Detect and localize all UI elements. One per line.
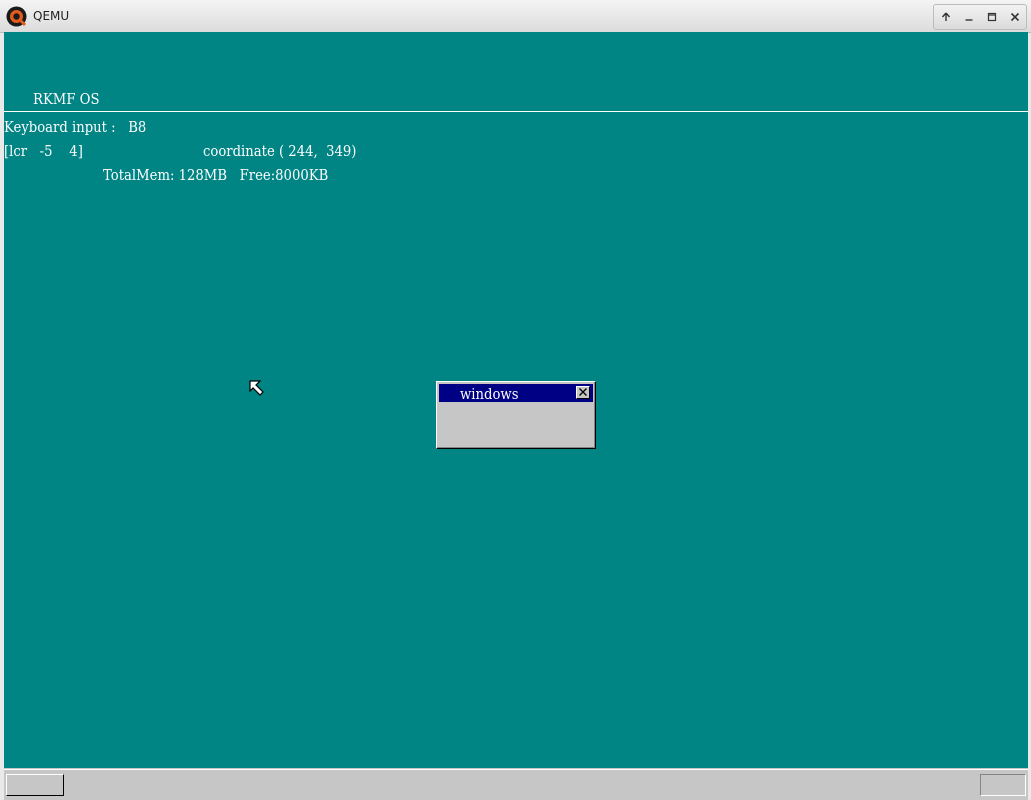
os-title: RKMF OS (33, 90, 100, 108)
qemu-window: QEMU RKMF OS Keyboard input: B8 [lcr -5… (0, 0, 1031, 800)
title-bar[interactable]: QEMU (0, 0, 1031, 33)
os-header (4, 32, 1028, 112)
os-window-title: windows (460, 385, 519, 403)
mouse-cursor-icon (249, 380, 264, 396)
keyboard-input-status: Keyboard input : B8 (4, 118, 147, 136)
os-window-title-bar[interactable]: windows (439, 384, 593, 402)
os-window-close-button[interactable] (576, 386, 590, 399)
memory-status: TotalMem: 128MB Free:8000KB (103, 166, 329, 184)
maximize-button[interactable] (980, 5, 1003, 29)
window-title: QEMU (33, 9, 70, 23)
mouse-coordinate-status: coordinate ( 244, 349) (203, 142, 357, 160)
minimize-button[interactable] (957, 5, 980, 29)
system-tray (980, 774, 1026, 796)
qemu-logo-icon (6, 6, 27, 27)
up-arrow-icon (941, 12, 950, 21)
close-button[interactable] (1003, 5, 1026, 29)
keep-above-button[interactable] (934, 5, 957, 29)
guest-screen[interactable]: RKMF OS Keyboard input : B8 [lcr -5 4] c… (4, 32, 1028, 800)
maximize-icon (987, 12, 996, 22)
mouse-button-status: [lcr -5 4] (4, 142, 83, 160)
close-icon (1010, 12, 1019, 22)
start-button[interactable] (6, 774, 64, 796)
minimize-icon (965, 19, 972, 21)
taskbar (4, 768, 1028, 800)
close-icon (579, 388, 587, 396)
os-window[interactable]: windows (436, 381, 596, 449)
window-controls (933, 4, 1027, 30)
